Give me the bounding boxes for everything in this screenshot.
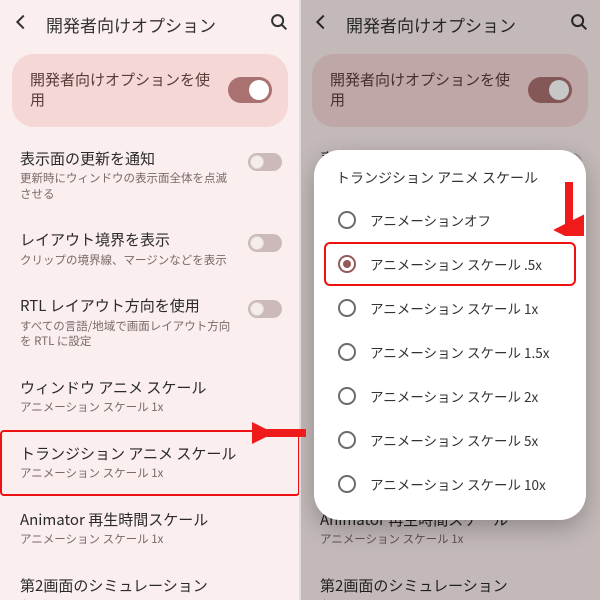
phone-right: 開発者向けオプション 開発者向けオプションを使用 表示面の更新を通知更新時にウィ… <box>300 0 600 600</box>
row-toggle-switch[interactable] <box>248 153 282 171</box>
radio-icon <box>338 255 356 273</box>
radio-icon <box>338 475 356 493</box>
settings-row-title: レイアウト境界を表示 <box>20 230 238 250</box>
settings-list: 表示面の更新を通知更新時にウィンドウの表示面全体を点滅させるレイアウト境界を表示… <box>0 135 300 600</box>
master-toggle-label: 開発者向けオプションを使用 <box>30 70 218 111</box>
settings-row-title: 第2画面のシミュレーション <box>20 576 282 596</box>
dialog-option-label: アニメーションオフ <box>370 210 491 230</box>
radio-icon <box>338 299 356 317</box>
radio-icon <box>338 431 356 449</box>
row-toggle-switch[interactable] <box>248 234 282 252</box>
dialog-option-label: アニメーション スケール 5x <box>370 430 538 450</box>
dialog-option[interactable]: アニメーション スケール 1x <box>324 286 576 330</box>
dialog-title: トランジション アニメ スケール <box>324 168 576 198</box>
settings-row[interactable]: 表示面の更新を通知更新時にウィンドウの表示面全体を点滅させる <box>0 135 300 217</box>
settings-row-title: Animator 再生時間スケール <box>20 510 282 530</box>
dialog-option-label: アニメーション スケール 1x <box>370 298 538 318</box>
search-icon[interactable] <box>268 11 290 38</box>
master-toggle-switch[interactable] <box>228 77 272 103</box>
phone-left: 開発者向けオプション 開発者向けオプションを使用 表示面の更新を通知更新時にウィ… <box>0 0 300 600</box>
dialog-option-label: アニメーション スケール .5x <box>370 254 542 274</box>
dialog-option-label: アニメーション スケール 10x <box>370 474 546 494</box>
radio-icon <box>338 343 356 361</box>
settings-row-title: RTL レイアウト方向を使用 <box>20 296 238 316</box>
settings-row-title: ウィンドウ アニメ スケール <box>20 378 282 398</box>
dialog-option[interactable]: アニメーション スケール 10x <box>324 462 576 506</box>
settings-row-subtitle: クリップの境界線、マージンなどを表示 <box>20 253 238 269</box>
settings-row[interactable]: RTL レイアウト方向を使用すべての言語/地域で画面レイアウト方向を RTL に… <box>0 282 300 364</box>
settings-row[interactable]: レイアウト境界を表示クリップの境界線、マージンなどを表示 <box>0 216 300 282</box>
settings-row-title: 表示面の更新を通知 <box>20 149 238 169</box>
panel-divider <box>299 0 301 600</box>
settings-row-subtitle: 更新時にウィンドウの表示面全体を点滅させる <box>20 171 238 202</box>
settings-row-subtitle: アニメーション スケール 1x <box>20 400 282 416</box>
dialog-option-label: アニメーション スケール 1.5x <box>370 342 549 362</box>
master-toggle-card[interactable]: 開発者向けオプションを使用 <box>12 54 288 127</box>
dialog-option[interactable]: アニメーション スケール .5x <box>324 242 576 286</box>
dialog-option[interactable]: アニメーション スケール 1.5x <box>324 330 576 374</box>
settings-row[interactable]: Animator 再生時間スケールアニメーション スケール 1x <box>0 496 300 562</box>
settings-row[interactable]: 第2画面のシミュレーションなし <box>0 562 300 600</box>
settings-row-subtitle: アニメーション スケール 1x <box>20 532 282 548</box>
row-toggle-switch[interactable] <box>248 300 282 318</box>
transition-scale-dialog: トランジション アニメ スケール アニメーションオフアニメーション スケール .… <box>314 150 586 520</box>
settings-row-subtitle: アニメーション スケール 1x <box>20 466 282 482</box>
settings-row[interactable]: ウィンドウ アニメ スケールアニメーション スケール 1x <box>0 364 300 430</box>
dialog-option[interactable]: アニメーション スケール 5x <box>324 418 576 462</box>
radio-icon <box>338 387 356 405</box>
settings-row-subtitle: すべての言語/地域で画面レイアウト方向を RTL に設定 <box>20 319 238 350</box>
radio-icon <box>338 211 356 229</box>
back-icon[interactable] <box>10 11 32 38</box>
dialog-option-label: アニメーション スケール 2x <box>370 386 538 406</box>
header: 開発者向けオプション <box>0 0 300 48</box>
dialog-option[interactable]: アニメーションオフ <box>324 198 576 242</box>
settings-row-title: トランジション アニメ スケール <box>20 444 282 464</box>
settings-row[interactable]: トランジション アニメ スケールアニメーション スケール 1x <box>0 430 300 496</box>
header-title: 開発者向けオプション <box>46 12 254 37</box>
dialog-option[interactable]: アニメーション スケール 2x <box>324 374 576 418</box>
